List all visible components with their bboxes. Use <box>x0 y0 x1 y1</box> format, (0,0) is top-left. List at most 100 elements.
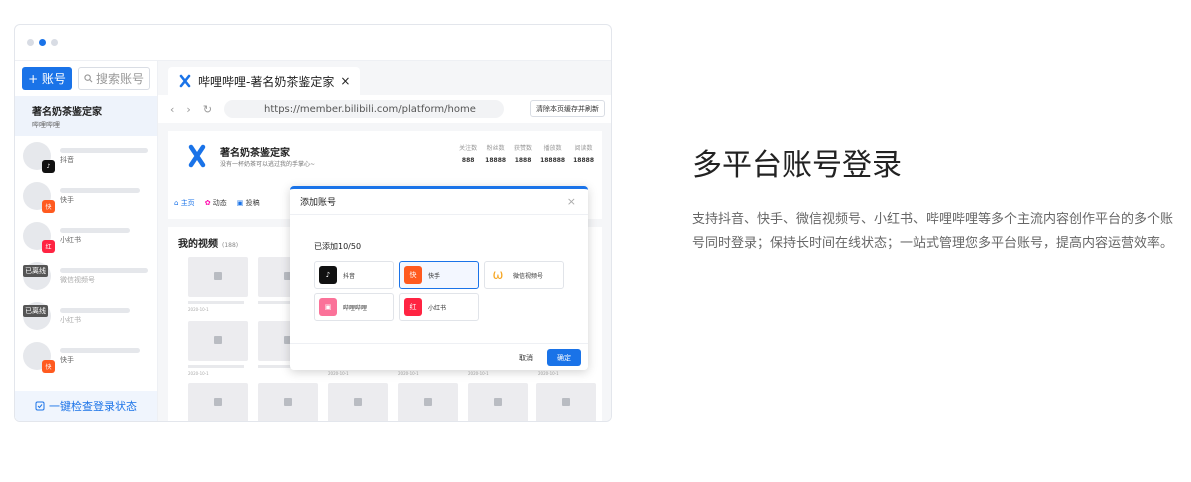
stat: 粉丝数 18888 <box>485 143 506 164</box>
video-thumbnail[interactable] <box>398 383 458 421</box>
account-name-placeholder <box>60 267 148 273</box>
cancel-button[interactable]: 取消 <box>514 349 538 366</box>
platform-option-xiaohongshu[interactable]: 红 小红书 <box>399 293 479 321</box>
account-logo-icon <box>179 74 191 88</box>
account-sidebar: + 账号 搜索账号 ▣ 著名奶茶鉴定家 哔哩哔哩 ♪ 抖音 快 快手 红 <box>15 61 190 421</box>
account-item-offline[interactable]: 已离线 微信视频号 <box>15 256 157 296</box>
account-item[interactable]: ♪ 抖音 <box>15 136 157 176</box>
kuaishou-icon: 快 <box>404 266 422 284</box>
stat-value: 18888 <box>485 157 507 164</box>
account-name-placeholder <box>60 187 140 193</box>
account-item[interactable]: 快 快手 <box>15 176 157 216</box>
tab-title: 哔哩哔哩-著名奶茶鉴定家 <box>198 74 335 89</box>
stat: 播放数 188888 <box>540 143 565 164</box>
xiaohongshu-icon: 红 <box>42 240 55 253</box>
platform-label: 抖音 <box>343 272 356 280</box>
check-login-label: 一键检查登录状态 <box>49 400 137 413</box>
videos-title-text: 我的视频 <box>178 239 218 250</box>
stat-label: 粉丝数 <box>486 145 505 152</box>
video-thumbnail[interactable] <box>258 383 318 421</box>
account-name-placeholder <box>60 147 148 153</box>
videos-title: 我的视频 (188) <box>178 235 238 250</box>
window-dot-active[interactable] <box>39 39 46 46</box>
platform-label: 微信视频号 <box>513 272 544 280</box>
add-account-button[interactable]: + 账号 <box>22 67 72 90</box>
browser-tab[interactable]: 哔哩哔哩-著名奶茶鉴定家 × <box>168 67 360 95</box>
kuaishou-icon: 快 <box>42 200 55 213</box>
nav-upload[interactable]: ▣ 投稿 <box>237 198 260 208</box>
avatar: 快 <box>23 342 55 373</box>
stat-label: 获赞数 <box>514 145 533 152</box>
flower-icon: ✿ <box>204 199 211 207</box>
account-platform: 抖音 <box>60 155 74 164</box>
video-meta: 2020-10-1 <box>188 307 209 312</box>
account-platform: 小红书 <box>60 235 81 244</box>
nav-label: 动态 <box>212 199 227 207</box>
account-item-offline[interactable]: 已离线 小红书 <box>15 296 157 336</box>
stat: 阅读数 18888 <box>573 143 594 164</box>
video-thumbnail[interactable] <box>328 383 388 421</box>
stat-value: 18888 <box>573 157 594 164</box>
platform-label: 哔哩哔哩 <box>343 304 368 312</box>
stat-value: 188888 <box>540 157 566 164</box>
video-meta: 2020-10-1 <box>538 371 559 376</box>
home-icon: ⌂ <box>174 199 179 207</box>
account-item[interactable]: 快 快手 <box>15 336 157 376</box>
video-thumbnail[interactable] <box>188 383 248 421</box>
account-platform: 快手 <box>60 355 74 364</box>
address-bar-row: ‹ › ↻ https://member.bilibili.com/platfo… <box>158 95 611 123</box>
wechat-channels-icon: ω <box>492 267 504 283</box>
video-thumbnail[interactable] <box>188 257 248 297</box>
stat-value: 1888 <box>514 157 532 164</box>
stat-label: 阅读数 <box>574 145 593 152</box>
account-item-active[interactable]: ▣ 著名奶茶鉴定家 哔哩哔哩 <box>15 96 190 163</box>
kuaishou-icon: 快 <box>42 360 55 373</box>
tab-close-icon[interactable]: × <box>340 74 350 88</box>
account-logo-icon <box>188 144 206 168</box>
feature-heading: 多平台账号登录 <box>692 148 902 183</box>
confirm-button[interactable]: 确定 <box>547 349 581 366</box>
added-count: 已添加10/50 <box>314 242 362 251</box>
account-platform: 微信视频号 <box>60 275 95 284</box>
account-name-placeholder <box>60 307 130 313</box>
platform-label: 小红书 <box>428 304 447 312</box>
video-title-placeholder <box>188 365 244 368</box>
stat: 获赞数 1888 <box>514 143 532 164</box>
search-placeholder: 搜索账号 <box>96 72 145 86</box>
reload-icon[interactable]: ↻ <box>203 103 212 116</box>
video-thumbnail[interactable] <box>468 383 528 421</box>
search-icon <box>84 74 93 83</box>
window-dot[interactable] <box>27 39 34 46</box>
nav-dynamic[interactable]: ✿ 动态 <box>205 198 227 208</box>
stat: 关注数 888 <box>459 143 477 164</box>
douyin-icon: ♪ <box>319 266 337 284</box>
bilibili-icon: ▣ <box>319 298 337 316</box>
platform-option-wechat-channels[interactable]: ω 微信视频号 <box>484 261 564 289</box>
check-login-status-button[interactable]: 一键检查登录状态 <box>15 391 157 421</box>
account-name: 著名奶茶鉴定家 <box>32 106 102 118</box>
profile-desc: 没有一杯奶茶可以逃过我的手掌心~ <box>220 161 316 168</box>
close-icon[interactable]: × <box>567 195 576 208</box>
account-name-placeholder <box>60 347 140 353</box>
clear-cache-button[interactable]: 清除本页缓存并刷新 <box>530 100 605 117</box>
profile-name: 著名奶茶鉴定家 <box>220 148 290 159</box>
video-thumbnail[interactable] <box>188 321 248 361</box>
video-meta: 2020-10-1 <box>398 371 419 376</box>
forward-icon[interactable]: › <box>186 103 190 116</box>
nav-home[interactable]: ⌂ 主页 <box>174 198 195 208</box>
platform-option-douyin[interactable]: ♪ 抖音 <box>314 261 394 289</box>
videos-count: (188) <box>222 242 239 249</box>
url-input[interactable]: https://member.bilibili.com/platform/hom… <box>224 100 505 118</box>
window-dot[interactable] <box>51 39 58 46</box>
dialog-footer: 取消 确定 <box>290 343 588 370</box>
account-name-placeholder <box>60 227 130 233</box>
stat-label: 播放数 <box>543 145 562 152</box>
back-icon[interactable]: ‹ <box>170 103 174 116</box>
feature-description: 支持抖音、快手、微信视频号、小红书、哔哩哔哩等多个主流内容创作平台的多个账号同时… <box>692 212 1174 251</box>
platform-option-bilibili[interactable]: ▣ 哔哩哔哩 <box>314 293 394 321</box>
platform-option-kuaishou[interactable]: 快 快手 <box>399 261 479 289</box>
account-search-input[interactable]: 搜索账号 <box>78 67 150 90</box>
account-item[interactable]: 红 小红书 <box>15 216 157 256</box>
check-icon <box>35 401 45 411</box>
video-thumbnail[interactable] <box>536 383 596 421</box>
